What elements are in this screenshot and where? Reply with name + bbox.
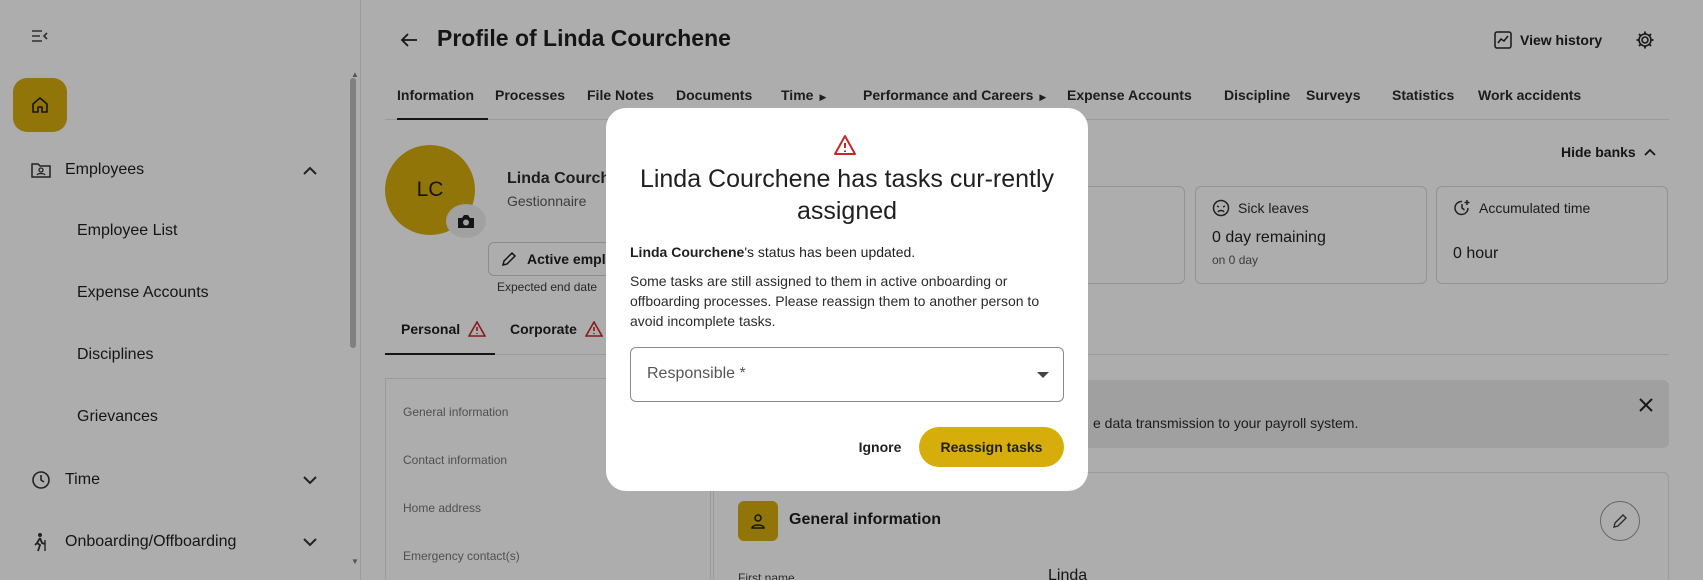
responsible-placeholder: Responsible *: [647, 365, 746, 382]
ignore-button[interactable]: Ignore: [844, 427, 916, 467]
dialog-body-text: Some tasks are still assigned to them in…: [630, 273, 1040, 329]
reassign-tasks-dialog: Linda Courchene has tasks cur-rently ass…: [606, 108, 1088, 491]
reassign-tasks-button[interactable]: Reassign tasks: [919, 427, 1064, 467]
dialog-status-text: Linda Courchene's status has been update…: [630, 244, 916, 260]
warning-icon: [834, 135, 856, 155]
dialog-title: Linda Courchene has tasks cur-rently ass…: [639, 165, 1055, 225]
dropdown-caret-icon: [1037, 372, 1049, 378]
responsible-select[interactable]: Responsible *: [630, 347, 1064, 402]
